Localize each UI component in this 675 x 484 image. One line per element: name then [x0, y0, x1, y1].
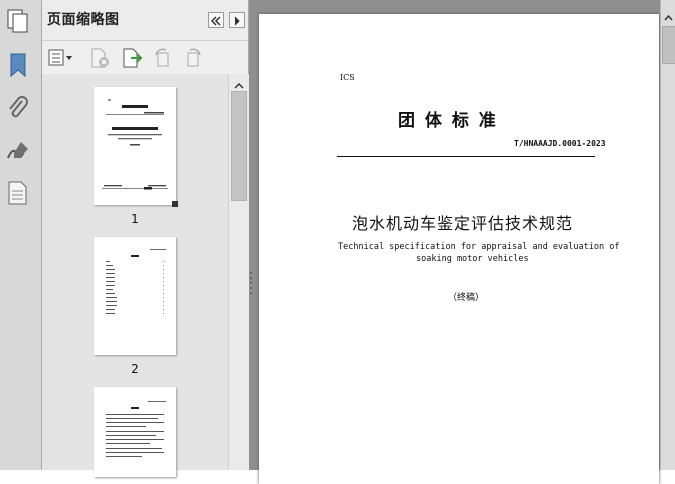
document-title-cn: 泡水机动车鉴定评估技术规范 [352, 214, 574, 233]
document-title-en-line1: Technical specification for appraisal an… [338, 242, 620, 252]
thumbnail-label: 1 [131, 212, 139, 226]
org-heading: 团 体 标 准 [398, 111, 498, 131]
thumbnail-page-3[interactable] [94, 387, 176, 477]
scrollbar-thumb[interactable] [662, 26, 675, 64]
standard-number: T/HNAAAJD.0001-2023 [514, 139, 606, 148]
rotate-left-icon[interactable] [152, 47, 174, 69]
signature-icon[interactable] [5, 138, 31, 164]
document-viewer: ICS 团 体 标 准 T/HNAAAJD.0001-2023 泡水机动车鉴定评… [249, 0, 675, 484]
scroll-up-icon[interactable] [232, 77, 246, 89]
page-thumbnails-panel: 页面缩略图 1 2 [42, 0, 249, 477]
ics-label: ICS [340, 73, 355, 82]
thumbnail-page-1[interactable] [94, 87, 176, 205]
document-title-en-line2: soaking motor vehicles [416, 254, 529, 264]
thumbnail-page-2[interactable] [94, 237, 176, 355]
options-menu-icon[interactable] [47, 47, 73, 69]
delete-page-icon[interactable] [89, 47, 111, 69]
document-page: ICS 团 体 标 准 T/HNAAAJD.0001-2023 泡水机动车鉴定评… [259, 14, 659, 484]
thumbnail-label: 2 [131, 362, 139, 376]
current-view-marker[interactable] [172, 201, 178, 207]
thumbnail-list: 1 2 [42, 74, 228, 477]
pages-icon[interactable] [5, 8, 31, 34]
scroll-up-icon[interactable] [663, 8, 674, 21]
bookmark-icon[interactable] [5, 52, 31, 78]
attachment-icon[interactable] [5, 95, 31, 121]
insert-page-icon[interactable] [121, 47, 143, 69]
navigation-rail [0, 0, 42, 470]
panel-title: 页面缩略图 [47, 12, 120, 28]
panel-splitter[interactable] [249, 270, 253, 300]
rotate-right-icon[interactable] [182, 47, 204, 69]
document-scrollbar[interactable] [660, 0, 675, 470]
draft-status: （终稿） [448, 293, 485, 303]
document-icon[interactable] [5, 180, 31, 206]
collapse-panel-button[interactable] [208, 12, 224, 28]
header-rule [337, 156, 595, 157]
thumbnail-toolbar [42, 40, 248, 76]
panel-forward-button[interactable] [229, 12, 245, 28]
scrollbar-thumb[interactable] [231, 91, 247, 201]
thumbnail-scrollbar[interactable] [228, 74, 249, 470]
